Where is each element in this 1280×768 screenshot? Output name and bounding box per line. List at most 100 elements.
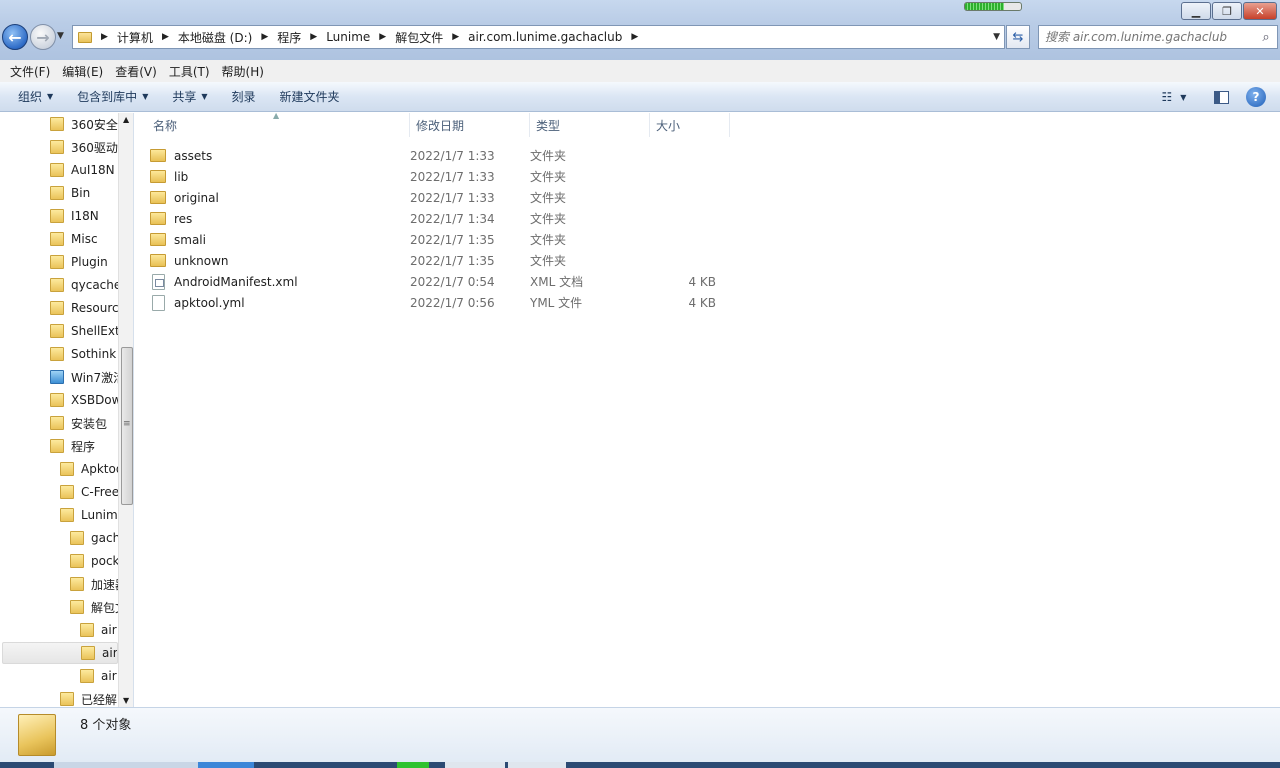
folder-icon: [150, 170, 166, 183]
forward-arrow-icon: →: [36, 27, 50, 47]
file-type: 文件夹: [530, 233, 567, 247]
folder-icon: [50, 439, 64, 453]
menu-view[interactable]: 查看(V): [109, 60, 163, 82]
change-view-button[interactable]: ☷ ▼: [1154, 86, 1194, 108]
breadcrumb-chevron-icon[interactable]: ▶: [305, 32, 322, 42]
breadcrumb-lunime[interactable]: Lunime: [322, 26, 374, 48]
close-button[interactable]: ✕: [1243, 2, 1277, 20]
address-bar[interactable]: ▶ 计算机 ▶ 本地磁盘 (D:) ▶ 程序 ▶ Lunime ▶ 解包文件 ▶…: [72, 25, 1005, 49]
folder-icon: [50, 140, 64, 154]
breadcrumb-chevron-icon[interactable]: ▶: [447, 32, 464, 42]
file-row[interactable]: apktool.yml 2022/1/7 0:56 YML 文件 4 KB: [150, 292, 740, 313]
file-type: 文件夹: [530, 149, 567, 163]
column-name[interactable]: 名称 ▲: [135, 111, 410, 137]
taskbar: [0, 762, 1280, 768]
search-input[interactable]: [1039, 29, 1255, 45]
taskbar-button[interactable]: [198, 762, 254, 768]
file-type: 文件夹: [530, 191, 567, 205]
folder-icon: [60, 462, 74, 476]
tree-item-label: I18N: [71, 209, 99, 223]
address-history-dropdown[interactable]: ▼: [993, 32, 1000, 42]
tree-item-label: Plugin: [71, 255, 108, 269]
file-row[interactable]: lib 2022/1/7 1:33 文件夹: [150, 166, 740, 187]
maximize-button[interactable]: ❐: [1212, 2, 1242, 20]
recent-pages-dropdown[interactable]: ▼: [57, 31, 64, 41]
breadcrumb-programs[interactable]: 程序: [273, 26, 305, 48]
file-name: AndroidManifest.xml: [174, 274, 298, 289]
column-type-label: 类型: [536, 118, 561, 133]
file-size: 4 KB: [688, 295, 716, 310]
forward-button[interactable]: →: [30, 24, 56, 50]
file-name-cell: unknown: [150, 254, 410, 268]
file-date: 2022/1/7 0:56: [410, 295, 495, 310]
tree-item[interactable]: air: [2, 642, 118, 664]
scroll-down-icon[interactable]: ▼: [123, 696, 129, 705]
breadcrumb-unpacked[interactable]: 解包文件: [391, 26, 447, 48]
file-name: original: [174, 190, 219, 205]
folder-icon: [50, 186, 64, 200]
breadcrumb-chevron-icon[interactable]: ▶: [626, 32, 643, 42]
breadcrumb-chevron-icon[interactable]: ▶: [157, 32, 174, 42]
file-row[interactable]: unknown 2022/1/7 1:35 文件夹: [150, 250, 740, 271]
menu-bar: 文件(F) 编辑(E) 查看(V) 工具(T) 帮助(H): [0, 60, 1280, 82]
menu-tools[interactable]: 工具(T): [163, 60, 216, 82]
breadcrumb-drive-d[interactable]: 本地磁盘 (D:): [174, 26, 256, 48]
column-date[interactable]: 修改日期: [410, 113, 530, 137]
burn-button[interactable]: 刻录: [220, 82, 268, 111]
tree-item-label: XSBDow: [71, 393, 122, 407]
search-box[interactable]: ⌕: [1038, 25, 1278, 49]
help-button[interactable]: ?: [1246, 87, 1266, 107]
taskbar-button[interactable]: [54, 762, 198, 768]
menu-file[interactable]: 文件(F): [4, 60, 56, 82]
refresh-button[interactable]: ⇆: [1006, 25, 1030, 49]
folder-icon: [150, 149, 166, 162]
chevron-down-icon: ▼: [1180, 92, 1187, 102]
folder-icon: [60, 508, 74, 522]
folder-icon: [60, 692, 74, 706]
progress-fill: [965, 3, 1005, 10]
column-type[interactable]: 类型: [530, 113, 650, 137]
taskbar-button[interactable]: [508, 762, 566, 768]
menu-edit[interactable]: 编辑(E): [56, 60, 109, 82]
breadcrumb-chevron-icon[interactable]: ▶: [374, 32, 391, 42]
breadcrumb-chevron-icon[interactable]: ▶: [256, 32, 273, 42]
breadcrumb-chevron-icon[interactable]: ▶: [96, 32, 113, 42]
column-size-label: 大小: [656, 118, 681, 133]
scroll-up-icon[interactable]: ▲: [123, 115, 129, 124]
file-type: 文件夹: [530, 212, 567, 226]
file-row[interactable]: assets 2022/1/7 1:33 文件夹: [150, 145, 740, 166]
back-button[interactable]: ←: [2, 24, 28, 50]
include-in-library-button[interactable]: 包含到库中 ▼: [65, 82, 160, 111]
navigation-scrollbar[interactable]: ▲ ≡ ▼: [118, 113, 133, 707]
menu-help[interactable]: 帮助(H): [216, 60, 270, 82]
share-label: 共享: [172, 90, 197, 104]
file-row[interactable]: original 2022/1/7 1:33 文件夹: [150, 187, 740, 208]
preview-pane-button[interactable]: [1208, 86, 1234, 108]
taskbar-button[interactable]: [445, 762, 505, 768]
details-pane: 8 个对象: [0, 707, 1280, 762]
file-row[interactable]: AndroidManifest.xml 2022/1/7 0:54 XML 文档 4 …: [150, 271, 740, 292]
share-button[interactable]: 共享 ▼: [160, 82, 219, 111]
breadcrumb-computer[interactable]: 计算机: [113, 26, 157, 48]
chevron-down-icon: ▼: [201, 92, 208, 101]
folder-icon: [70, 554, 84, 568]
organize-button[interactable]: 组织 ▼: [6, 82, 65, 111]
folder-icon: [50, 232, 64, 246]
file-row[interactable]: smali 2022/1/7 1:35 文件夹: [150, 229, 740, 250]
file-name-cell: AndroidManifest.xml: [150, 273, 410, 290]
window-titlebar: ▁ ❐ ✕ ← → ▼ ▶ 计算机 ▶ 本地磁盘 (D:) ▶ 程序 ▶ Lun…: [0, 0, 1280, 60]
taskbar-button[interactable]: [397, 762, 429, 768]
new-folder-button[interactable]: 新建文件夹: [268, 82, 352, 111]
column-header: 名称 ▲ 修改日期 类型 大小: [135, 111, 735, 137]
minimize-button[interactable]: ▁: [1181, 2, 1211, 20]
folder-icon: [18, 714, 56, 756]
folder-icon: [70, 531, 84, 545]
column-size[interactable]: 大小: [650, 113, 730, 137]
file-row[interactable]: res 2022/1/7 1:34 文件夹: [150, 208, 740, 229]
search-icon[interactable]: ⌕: [1255, 30, 1277, 45]
breadcrumb-current-folder[interactable]: air.com.lunime.gachaclub: [464, 26, 626, 48]
file-icon: [152, 273, 165, 290]
folder-icon: [80, 669, 94, 683]
file-name: lib: [174, 169, 189, 184]
file-date: 2022/1/7 1:33: [410, 169, 495, 184]
